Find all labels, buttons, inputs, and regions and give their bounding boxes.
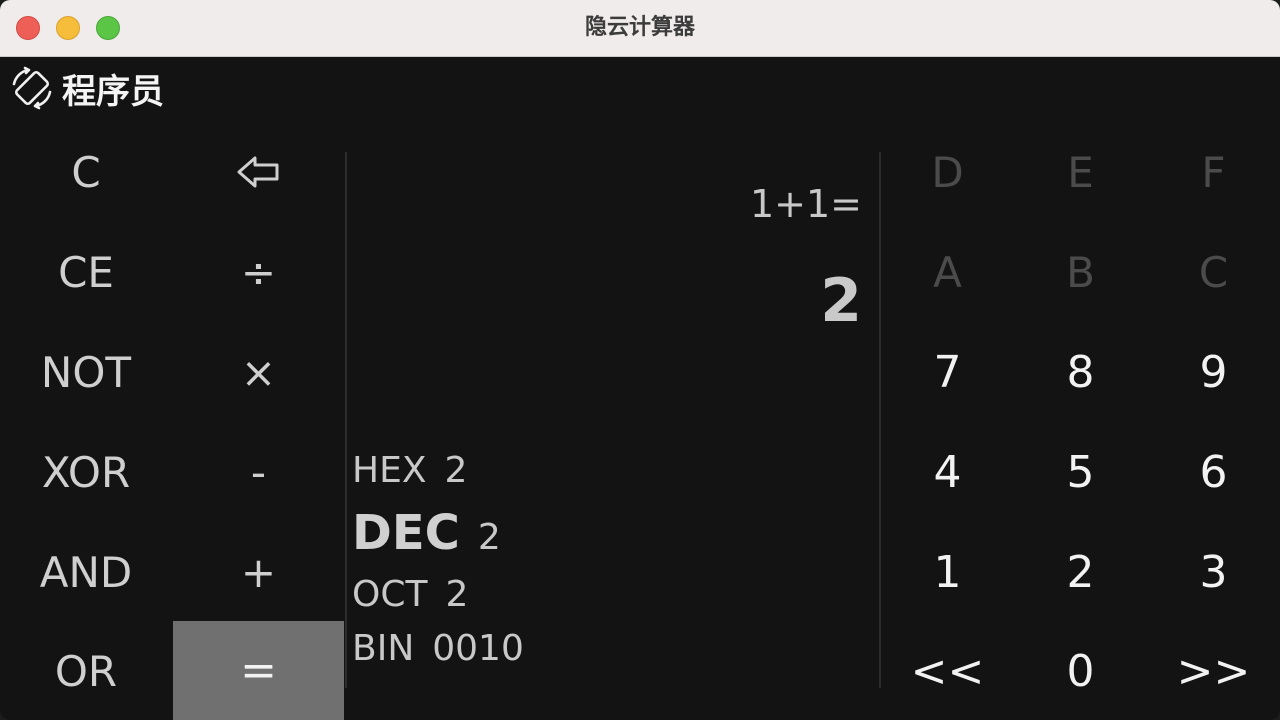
- clear-button[interactable]: C: [0, 122, 172, 222]
- digit-4-button[interactable]: 4: [881, 422, 1014, 522]
- digit-8-button[interactable]: 8: [1014, 322, 1147, 422]
- hex-label: HEX: [352, 450, 427, 491]
- digit-6-button[interactable]: 6: [1147, 422, 1280, 522]
- bin-value: 0010: [432, 628, 524, 669]
- rotate-device-icon: [12, 66, 52, 110]
- or-button[interactable]: OR: [0, 622, 172, 720]
- and-button[interactable]: AND: [0, 522, 172, 622]
- backspace-button[interactable]: [173, 122, 344, 222]
- dec-value: 2: [477, 517, 501, 558]
- digit-a-button[interactable]: A: [881, 222, 1014, 322]
- digit-0-button[interactable]: 0: [1014, 622, 1147, 720]
- dec-label: DEC: [352, 505, 460, 561]
- equals-button[interactable]: =: [173, 621, 344, 720]
- digit-b-button[interactable]: B: [1014, 222, 1147, 322]
- hex-value: 2: [444, 450, 468, 491]
- left-divider: [345, 152, 347, 688]
- not-button[interactable]: NOT: [0, 322, 172, 422]
- digit-2-button[interactable]: 2: [1014, 522, 1147, 622]
- title-bar: 隐云计算器: [0, 0, 1280, 57]
- digit-c-button[interactable]: C: [1147, 222, 1280, 322]
- hex-row[interactable]: HEX 2: [352, 450, 467, 491]
- dec-row[interactable]: DEC 2: [352, 505, 501, 561]
- digit-9-button[interactable]: 9: [1147, 322, 1280, 422]
- digit-1-button[interactable]: 1: [881, 522, 1014, 622]
- digit-5-button[interactable]: 5: [1014, 422, 1147, 522]
- oct-value: 2: [445, 574, 469, 615]
- digit-d-button[interactable]: D: [881, 122, 1014, 222]
- expression-display: 1+1=: [749, 182, 862, 226]
- shift-left-button[interactable]: <<: [881, 622, 1014, 720]
- oct-label: OCT: [352, 574, 428, 615]
- multiply-button[interactable]: ×: [173, 322, 344, 422]
- add-button[interactable]: +: [173, 522, 344, 622]
- calculator-window: 隐云计算器 程序员 C CE NOT XOR AND OR ÷ × - + = …: [0, 0, 1280, 720]
- backspace-arrow-icon: [237, 156, 278, 188]
- digit-f-button[interactable]: F: [1147, 122, 1280, 222]
- bin-row[interactable]: BIN 0010: [352, 628, 524, 669]
- digit-e-button[interactable]: E: [1014, 122, 1147, 222]
- shift-right-button[interactable]: >>: [1147, 622, 1280, 720]
- divide-button[interactable]: ÷: [173, 222, 344, 322]
- mode-switcher[interactable]: 程序员: [8, 64, 164, 112]
- digit-3-button[interactable]: 3: [1147, 522, 1280, 622]
- window-title: 隐云计算器: [584, 15, 695, 40]
- mode-label: 程序员: [62, 71, 164, 112]
- digit-7-button[interactable]: 7: [881, 322, 1014, 422]
- xor-button[interactable]: XOR: [0, 422, 172, 522]
- clear-entry-button[interactable]: CE: [0, 222, 172, 322]
- oct-row[interactable]: OCT 2: [352, 574, 468, 615]
- subtract-button[interactable]: -: [173, 422, 344, 522]
- bin-label: BIN: [352, 628, 415, 669]
- result-display: 2: [820, 266, 862, 336]
